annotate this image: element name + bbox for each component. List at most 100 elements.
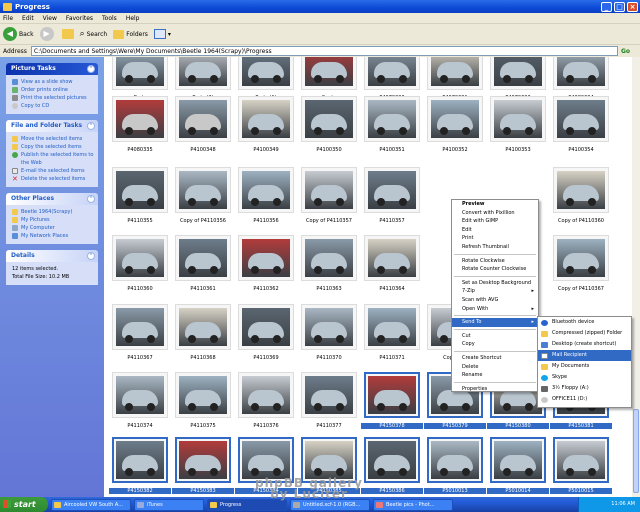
- start-button[interactable]: start: [0, 497, 48, 512]
- collapse-icon[interactable]: ⌃: [87, 65, 95, 73]
- thumbnail-item[interactable]: P4150386: [361, 437, 423, 497]
- other-places-header[interactable]: Other Places ⌃: [6, 193, 98, 205]
- taskbar-button-itunes[interactable]: iTunes: [134, 498, 204, 511]
- task-email[interactable]: E-mail the selected items: [12, 167, 94, 175]
- place-beetle-folder[interactable]: Beetle 1964(Scrapy): [12, 208, 94, 216]
- thumbnail-item[interactable]: P4150382: [109, 437, 171, 497]
- thumbnail-item[interactable]: P4100348: [172, 96, 234, 166]
- views-button[interactable]: ▾: [153, 29, 171, 39]
- sendto-desktop[interactable]: Desktop (create shortcut): [538, 339, 631, 350]
- thumbnail-item[interactable]: Copy of P4110357: [298, 167, 360, 237]
- thumbnail-item[interactable]: P4110371: [361, 304, 423, 374]
- menu-edit[interactable]: Edit: [22, 15, 34, 22]
- place-network[interactable]: My Network Places: [12, 232, 94, 240]
- thumbnail-item[interactable]: P4110355: [109, 167, 171, 237]
- sendto-mail-recipient[interactable]: Mail Recipient: [538, 350, 631, 361]
- menu-favorites[interactable]: Favorites: [66, 15, 93, 22]
- thumbnail-item[interactable]: P4100353: [487, 96, 549, 166]
- taskbar-button-beetle-pics[interactable]: Beetle pics - Phot...: [373, 498, 453, 511]
- thumbnail-item[interactable]: P4110370: [298, 304, 360, 374]
- sendto-zip-folder[interactable]: Compressed (zipped) Folder: [538, 328, 631, 339]
- task-copy[interactable]: Copy the selected items: [12, 143, 94, 151]
- ctx-7zip[interactable]: 7-Zip ▸: [452, 287, 538, 296]
- menu-file[interactable]: File: [3, 15, 13, 22]
- menu-tools[interactable]: Tools: [102, 15, 117, 22]
- thumbnail-item[interactable]: P5010014: [487, 437, 549, 497]
- ctx-open-with[interactable]: Open With ▸: [452, 305, 538, 314]
- task-order-prints[interactable]: Order prints online: [12, 86, 94, 94]
- task-print-pictures[interactable]: Print the selected pictures: [12, 94, 94, 102]
- thumbnail-item[interactable]: P4150378: [361, 372, 423, 442]
- thumbnail-item[interactable]: P4110377: [298, 372, 360, 442]
- ctx-preview[interactable]: Preview: [452, 200, 538, 209]
- back-button[interactable]: ◀ Back: [3, 27, 34, 41]
- task-delete[interactable]: ✕ Delete the selected items: [12, 175, 94, 183]
- thumbnail-item[interactable]: P4100351: [361, 96, 423, 166]
- thumbnail-item[interactable]: P4100350: [298, 96, 360, 166]
- thumbnail-item[interactable]: P4110368: [172, 304, 234, 374]
- minimize-button[interactable]: _: [601, 1, 612, 12]
- ctx-delete[interactable]: Delete: [452, 363, 538, 372]
- ctx-properties[interactable]: Properties: [452, 385, 538, 394]
- thumbnail-item[interactable]: P4110361: [172, 235, 234, 305]
- menu-help[interactable]: Help: [126, 15, 140, 22]
- thumbnail-item[interactable]: P4110362: [235, 235, 297, 305]
- collapse-icon[interactable]: ⌃: [87, 195, 95, 203]
- thumbnail-item[interactable]: Copy of P4110356: [172, 167, 234, 237]
- thumbnail-item[interactable]: P4110356: [235, 167, 297, 237]
- thumbnail-item[interactable]: P4110375: [172, 372, 234, 442]
- collapse-icon[interactable]: ⌃: [87, 122, 95, 130]
- ctx-copy[interactable]: Copy: [452, 340, 538, 349]
- folders-button[interactable]: Folders: [113, 29, 148, 39]
- up-folder-button[interactable]: [61, 29, 74, 39]
- clock[interactable]: 11:06 AM: [611, 501, 635, 507]
- thumbnail-item[interactable]: P4100352: [424, 96, 486, 166]
- thumbnail-item[interactable]: P4110367: [109, 304, 171, 374]
- ctx-refresh-thumbnail[interactable]: Refresh Thumbnail: [452, 243, 538, 252]
- sendto-skype[interactable]: Skype: [538, 372, 631, 383]
- sendto-bluetooth[interactable]: Bluetooth device: [538, 317, 631, 328]
- ctx-convert-pixillion[interactable]: Convert with Pixillion: [452, 209, 538, 218]
- forward-button[interactable]: ▶: [39, 27, 56, 41]
- scrollbar-thumb[interactable]: [633, 409, 639, 493]
- ctx-rotate-ccw[interactable]: Rotate Counter Clockwise: [452, 265, 538, 274]
- ctx-cut[interactable]: Cut: [452, 332, 538, 341]
- place-my-pictures[interactable]: My Pictures: [12, 216, 94, 224]
- thumbnail-item[interactable]: Copy of P4110360: [550, 167, 612, 237]
- ctx-rotate-cw[interactable]: Rotate Clockwise: [452, 257, 538, 266]
- thumbnail-item[interactable]: P4100354: [550, 96, 612, 166]
- ctx-print[interactable]: Print: [452, 234, 538, 243]
- address-input[interactable]: C:\Documents and Settings\Were\My Docume…: [30, 46, 618, 56]
- search-button[interactable]: ⌕ Search: [80, 29, 108, 39]
- ctx-scan-avg[interactable]: Scan with AVG: [452, 296, 538, 305]
- thumbnail-item[interactable]: P4110376: [235, 372, 297, 442]
- thumbnail-item[interactable]: P5010013: [424, 437, 486, 497]
- ctx-edit[interactable]: Edit: [452, 226, 538, 235]
- ctx-edit-gimp[interactable]: Edit with GIMP: [452, 217, 538, 226]
- thumbnail-item[interactable]: P4110374: [109, 372, 171, 442]
- title-bar[interactable]: Progress _ □ ×: [0, 0, 640, 13]
- ctx-rename[interactable]: Rename: [452, 371, 538, 380]
- ctx-set-desktop-bg[interactable]: Set as Desktop Background: [452, 279, 538, 288]
- task-publish[interactable]: Publish the selected items to the Web: [12, 151, 94, 167]
- place-my-computer[interactable]: My Computer: [12, 224, 94, 232]
- menu-view[interactable]: View: [43, 15, 57, 22]
- ctx-create-shortcut[interactable]: Create Shortcut: [452, 354, 538, 363]
- collapse-icon[interactable]: ⌃: [87, 252, 95, 260]
- task-slide-show[interactable]: View as a slide show: [12, 78, 94, 86]
- maximize-button[interactable]: □: [614, 1, 625, 12]
- thumbnail-item[interactable]: P5010015: [550, 437, 612, 497]
- thumbnail-item[interactable]: P4110364: [361, 235, 423, 305]
- details-header[interactable]: Details ⌃: [6, 250, 98, 262]
- task-move[interactable]: Move the selected items: [12, 135, 94, 143]
- vertical-scrollbar[interactable]: [632, 57, 640, 497]
- picture-tasks-header[interactable]: Picture Tasks ⌃: [6, 63, 98, 75]
- thumbnail-item[interactable]: P4110360: [109, 235, 171, 305]
- thumbnail-item[interactable]: P4110363: [298, 235, 360, 305]
- thumbnail-item[interactable]: P4110369: [235, 304, 297, 374]
- task-copy-to-cd[interactable]: Copy to CD: [12, 102, 94, 110]
- thumbnail-item[interactable]: P4080335: [109, 96, 171, 166]
- thumbnail-item[interactable]: Copy of P4110367: [550, 235, 612, 305]
- taskbar-button-aircooled[interactable]: Aircooled VW South A...: [51, 498, 131, 511]
- sendto-office-drive[interactable]: OFFICE11 (D:): [538, 394, 631, 405]
